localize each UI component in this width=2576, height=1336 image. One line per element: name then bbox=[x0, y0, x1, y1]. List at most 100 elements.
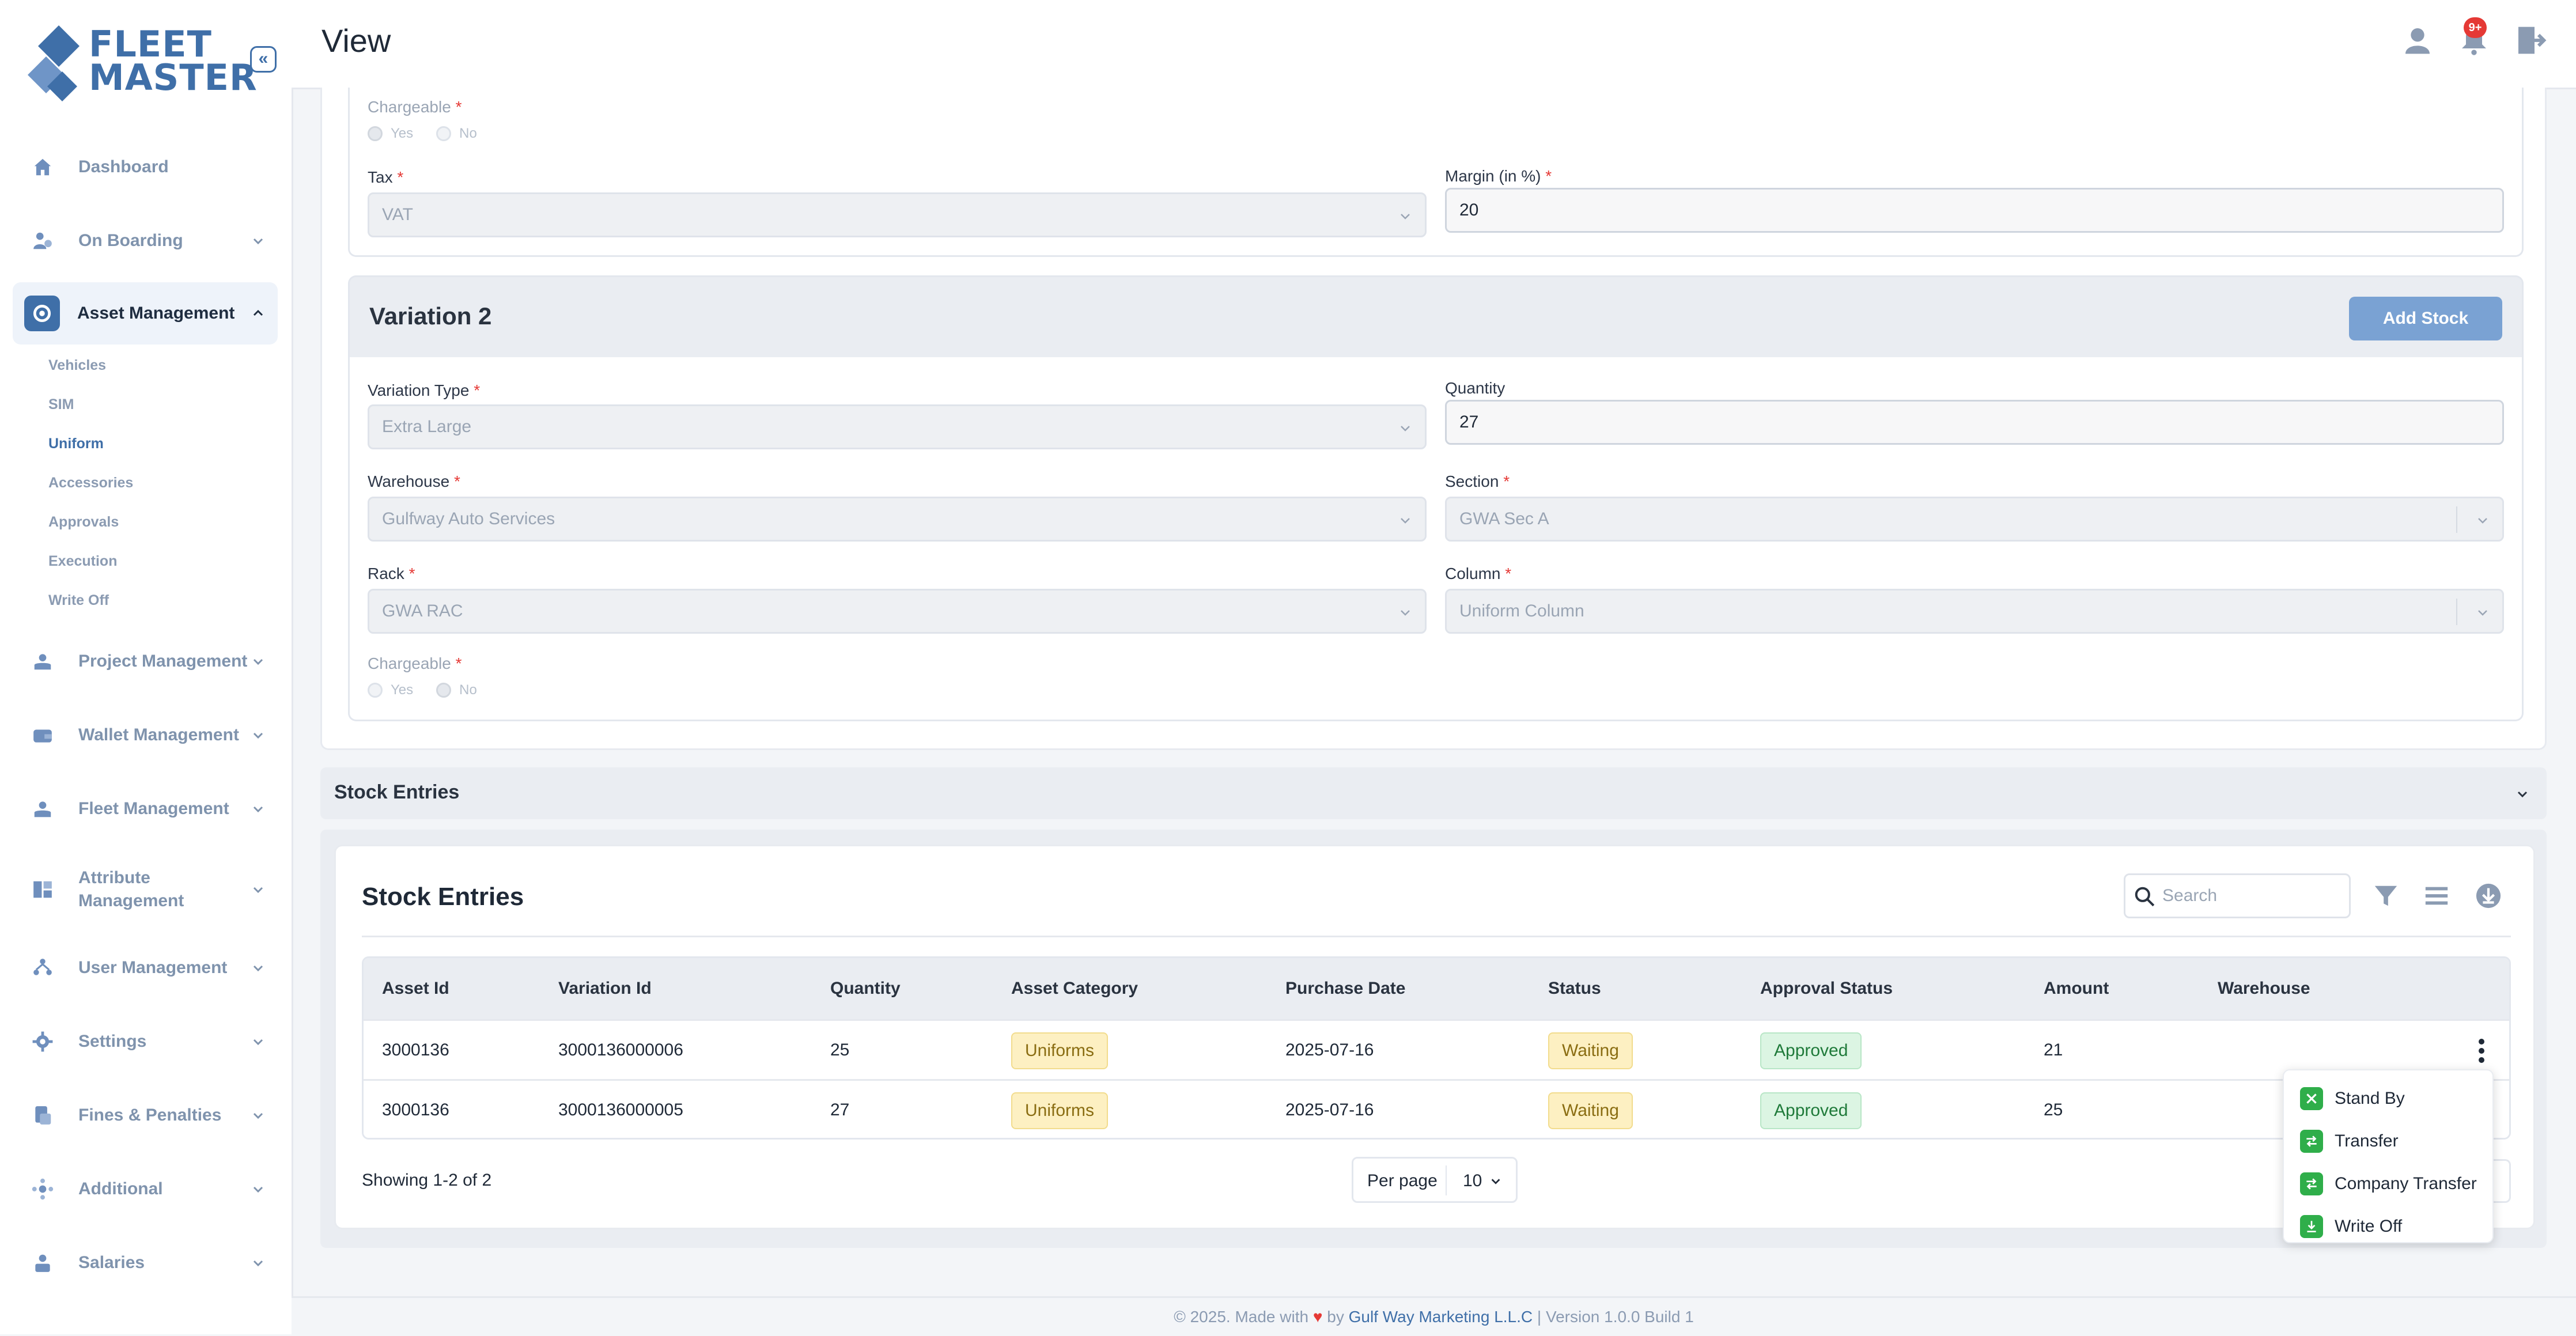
column-select[interactable]: Uniform Column bbox=[1445, 589, 2504, 634]
column-header-quantity[interactable]: Quantity bbox=[830, 979, 901, 998]
sidebar-item-additional[interactable]: Additional bbox=[13, 1158, 278, 1220]
sidebar-item-label: Fleet Management bbox=[78, 799, 229, 818]
rack-select[interactable]: GWA RAC bbox=[368, 589, 1427, 634]
sidebar-item-settings[interactable]: Settings bbox=[13, 1010, 278, 1073]
cell-quantity: 27 bbox=[830, 1100, 850, 1119]
chevron-down-icon bbox=[253, 732, 263, 739]
chargeable-radio-group: Yes No bbox=[368, 682, 477, 698]
menu-item-stand-by[interactable]: Stand By bbox=[2300, 1084, 2405, 1113]
column-header-variation-id[interactable]: Variation Id bbox=[558, 979, 652, 998]
sidebar-subitem-accessories[interactable]: Accessories bbox=[48, 475, 133, 491]
chevron-down-icon bbox=[1401, 518, 1410, 524]
variation-type-select[interactable]: Extra Large bbox=[368, 404, 1427, 449]
sidebar-item-asset-management[interactable]: Asset Management bbox=[13, 282, 278, 345]
sidebar-item-user-management[interactable]: User Management bbox=[13, 937, 278, 999]
quantity-input[interactable]: 27 bbox=[1445, 400, 2504, 445]
download-icon[interactable] bbox=[2475, 883, 2502, 909]
column-header-approval-status[interactable]: Approval Status bbox=[1760, 979, 1893, 998]
no-label: No bbox=[459, 126, 477, 141]
margin-label: Margin (in %) * bbox=[1445, 167, 1552, 185]
chevron-down-icon bbox=[253, 1260, 263, 1267]
column-header-asset-category[interactable]: Asset Category bbox=[1011, 979, 1138, 998]
logout-icon[interactable] bbox=[2514, 24, 2547, 56]
sidebar-item-dashboard[interactable]: Dashboard bbox=[13, 136, 278, 198]
chargeable-yes-radio[interactable] bbox=[368, 126, 383, 141]
sidebar-item-label: Dashboard bbox=[78, 157, 169, 176]
column-label: Column * bbox=[1445, 565, 1512, 582]
search-input[interactable]: Search bbox=[2124, 873, 2351, 918]
filter-icon[interactable] bbox=[2373, 883, 2399, 909]
menu-item-company-transfer[interactable]: Company Transfer bbox=[2300, 1170, 2477, 1198]
transfer-icon bbox=[2300, 1130, 2323, 1153]
columns-icon[interactable] bbox=[2423, 883, 2450, 909]
sidebar-subitem-vehicles[interactable]: Vehicles bbox=[48, 357, 106, 374]
sidebar-item-label: User Management bbox=[78, 958, 228, 977]
sidebar-item-salaries[interactable]: Salaries bbox=[13, 1232, 278, 1294]
asset-icon bbox=[24, 296, 60, 331]
search-placeholder: Search bbox=[2162, 886, 2218, 905]
user-icon[interactable] bbox=[2401, 24, 2434, 56]
cell-asset-id: 3000136 bbox=[382, 1100, 449, 1119]
status-badge: Waiting bbox=[1548, 1032, 1633, 1069]
fleet-icon bbox=[29, 795, 56, 823]
chevron-down-icon bbox=[253, 1112, 263, 1119]
chevron-down-icon bbox=[2478, 518, 2487, 524]
cell-quantity: 25 bbox=[830, 1040, 850, 1059]
column-header-asset-id[interactable]: Asset Id bbox=[382, 979, 449, 998]
per-page-value: 10 bbox=[1463, 1171, 1482, 1190]
add-stock-button[interactable]: Add Stock bbox=[2349, 297, 2502, 340]
column-header-status[interactable]: Status bbox=[1548, 979, 1601, 998]
chevron-down-icon bbox=[1401, 610, 1410, 616]
sidebar-item-project-management[interactable]: Project Management bbox=[13, 630, 278, 692]
chargeable-radio-group: Yes No bbox=[368, 126, 477, 142]
yes-label: Yes bbox=[391, 126, 414, 141]
select-separator bbox=[2456, 506, 2457, 533]
variation-2-header: Variation 2 Add Stock bbox=[348, 275, 2524, 358]
top-header: View bbox=[292, 0, 2576, 89]
sidebar-item-attribute-management[interactable]: Attribute Management bbox=[13, 858, 278, 921]
fleet-master-logo[interactable]: FLEET MASTER bbox=[24, 23, 257, 104]
column-header-amount[interactable]: Amount bbox=[2044, 979, 2109, 998]
quantity-value: 27 bbox=[1459, 412, 1479, 432]
more-vertical-icon[interactable] bbox=[2476, 1037, 2487, 1065]
company-link[interactable]: Gulf Way Marketing L.L.C bbox=[1349, 1308, 1533, 1326]
warehouse-select[interactable]: Gulfway Auto Services bbox=[368, 497, 1427, 542]
sidebar-item-label: Settings bbox=[78, 1032, 147, 1051]
gear-icon bbox=[29, 1028, 56, 1055]
menu-item-write-off[interactable]: Write Off bbox=[2300, 1212, 2402, 1241]
collapse-sidebar-button[interactable]: « bbox=[250, 46, 277, 73]
menu-item-label: Transfer bbox=[2335, 1131, 2399, 1150]
stock-entries-accordion[interactable]: Stock Entries bbox=[320, 767, 2547, 819]
sidebar-item-label: Attribute Management bbox=[78, 868, 184, 910]
table-row[interactable]: 3000136 3000136000006 25 Uniforms 2025-0… bbox=[364, 1019, 2509, 1081]
sidebar-subitem-write-off[interactable]: Write Off bbox=[48, 592, 109, 609]
per-page-select[interactable]: Per page 10 bbox=[1352, 1157, 1518, 1203]
page-title: View bbox=[321, 22, 391, 59]
sidebar-item-on-boarding[interactable]: On Boarding bbox=[13, 210, 278, 272]
menu-item-transfer[interactable]: Transfer bbox=[2300, 1127, 2399, 1156]
onboarding-icon bbox=[29, 227, 56, 255]
footer-prefix: © 2025. Made with bbox=[1174, 1308, 1309, 1326]
sidebar-item-fleet-management[interactable]: Fleet Management bbox=[13, 778, 278, 840]
section-select[interactable]: GWA Sec A bbox=[1445, 497, 2504, 542]
sidebar-subitem-approvals[interactable]: Approvals bbox=[48, 514, 119, 531]
sidebar-subitem-uniform[interactable]: Uniform bbox=[48, 436, 104, 452]
company-transfer-icon bbox=[2300, 1172, 2323, 1195]
per-page-separator bbox=[1446, 1165, 1447, 1195]
sidebar-item-fines-penalties[interactable]: Fines & Penalties bbox=[13, 1084, 278, 1146]
chargeable-yes-radio[interactable] bbox=[368, 683, 383, 698]
column-header-purchase-date[interactable]: Purchase Date bbox=[1285, 979, 1405, 998]
chargeable-no-radio[interactable] bbox=[436, 126, 452, 141]
sidebar-item-wallet-management[interactable]: Wallet Management bbox=[13, 704, 278, 766]
column-header-warehouse[interactable]: Warehouse bbox=[2218, 979, 2310, 998]
sidebar-item-label: Project Management bbox=[78, 652, 248, 671]
approval-badge: Approved bbox=[1760, 1092, 1862, 1129]
no-label: No bbox=[459, 682, 477, 698]
margin-input[interactable]: 20 bbox=[1445, 188, 2504, 233]
sidebar-subitem-execution[interactable]: Execution bbox=[48, 553, 117, 570]
sidebar-subitem-sim[interactable]: SIM bbox=[48, 396, 74, 413]
table-row[interactable]: 3000136 3000136000005 27 Uniforms 2025-0… bbox=[364, 1079, 2509, 1138]
tax-select[interactable]: VAT bbox=[368, 192, 1427, 237]
project-icon bbox=[29, 648, 56, 675]
chargeable-no-radio[interactable] bbox=[436, 683, 452, 698]
